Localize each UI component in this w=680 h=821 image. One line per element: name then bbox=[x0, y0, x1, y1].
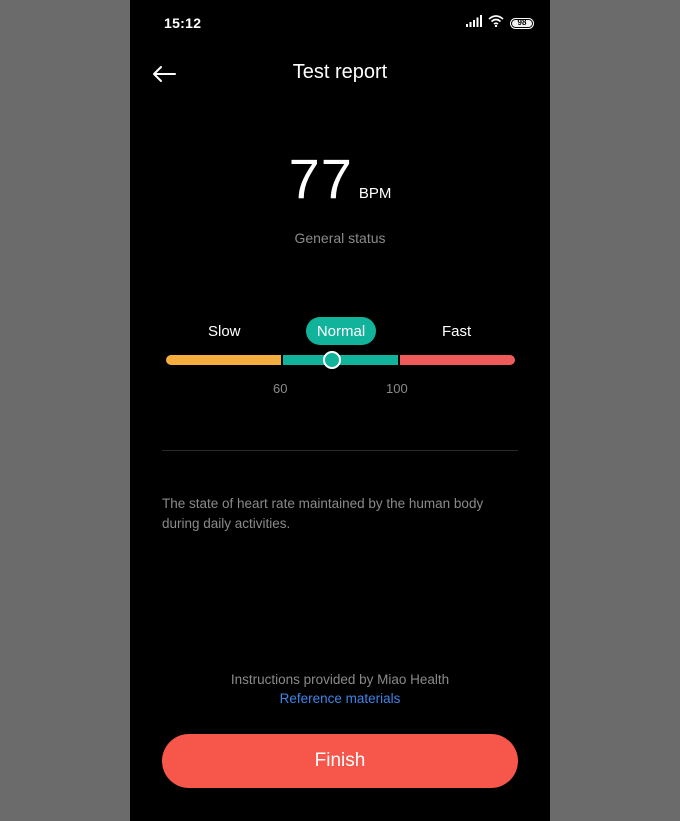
status-caption: General status bbox=[294, 230, 386, 246]
scale-segment-slow bbox=[166, 355, 281, 365]
battery-level: 98 bbox=[517, 18, 527, 27]
provider-credit: Instructions provided by Miao Health bbox=[230, 672, 450, 687]
finish-button[interactable]: Finish bbox=[162, 734, 518, 788]
scale-label-normal-badge: Normal bbox=[306, 317, 376, 345]
status-time: 15:12 bbox=[164, 15, 202, 31]
wifi-icon bbox=[488, 14, 504, 32]
bpm-unit: BPM bbox=[358, 185, 392, 202]
page-title: Test report bbox=[292, 61, 388, 83]
scale-tick-high: 100 bbox=[386, 381, 408, 396]
battery-icon: 98 bbox=[510, 17, 534, 29]
reference-materials-link[interactable]: Reference materials bbox=[130, 691, 550, 706]
current-value-marker bbox=[322, 351, 341, 369]
divider bbox=[162, 450, 518, 451]
heart-rate-scale-bar bbox=[166, 351, 515, 369]
scale-labels: Slow Normal Fast bbox=[166, 317, 516, 345]
status-icons: 98 bbox=[466, 14, 534, 32]
heart-rate-reading: 77 BPM bbox=[130, 146, 550, 211]
description-text: The state of heart rate maintained by th… bbox=[162, 496, 484, 531]
scale-label-fast: Fast bbox=[442, 323, 472, 340]
scale-tick-low: 60 bbox=[273, 381, 288, 396]
signal-icon bbox=[466, 14, 482, 32]
phone-screen: 15:12 98 Test report 77 BPM General stat… bbox=[130, 0, 550, 821]
bpm-value: 77 bbox=[288, 147, 353, 210]
scale-label-slow: Slow bbox=[208, 323, 241, 340]
scale-segment-fast bbox=[400, 355, 515, 365]
status-bar: 15:12 98 bbox=[130, 0, 550, 46]
